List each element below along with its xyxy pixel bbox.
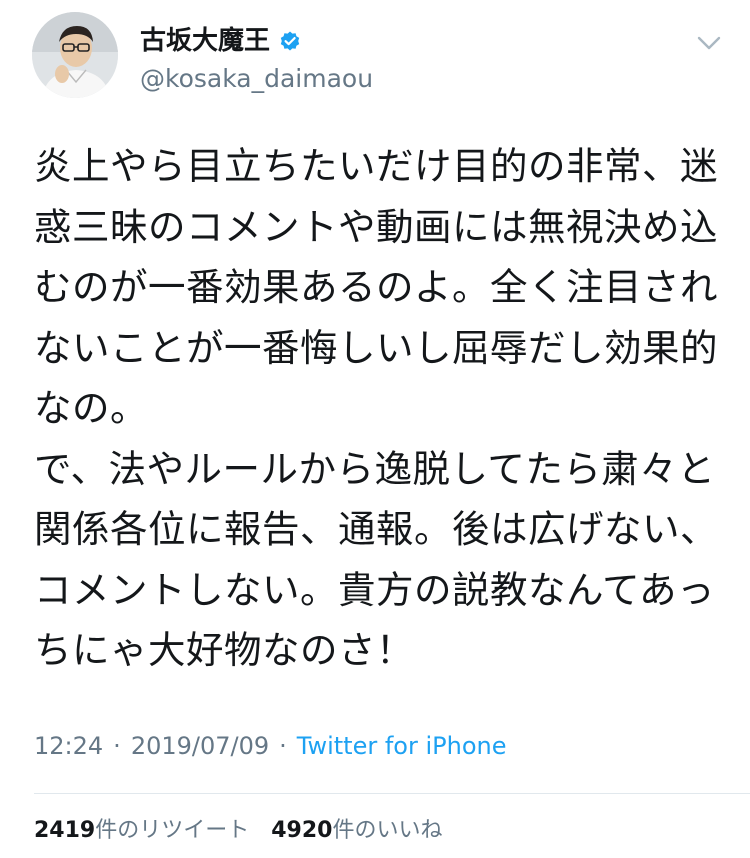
meta-separator: · bbox=[113, 732, 121, 760]
tweet-header: 古坂大魔王 @kosaka_daimaou bbox=[32, 12, 732, 102]
likes-label: 件のいいね bbox=[332, 818, 443, 843]
retweets-count: 2419 bbox=[34, 818, 96, 843]
divider bbox=[34, 793, 750, 794]
tweet-meta: 12:24 · 2019/07/09 · Twitter for iPhone bbox=[34, 728, 507, 764]
tweet-stats: 2419件のリツイート 4920件のいいね bbox=[34, 814, 443, 848]
avatar-image bbox=[32, 12, 118, 98]
chevron-down-icon[interactable] bbox=[694, 28, 724, 58]
tweet-date[interactable]: 2019/07/09 bbox=[131, 728, 269, 764]
avatar[interactable] bbox=[32, 12, 118, 98]
tweet-time: 12:24 bbox=[34, 732, 104, 760]
display-name[interactable]: 古坂大魔王 bbox=[140, 26, 270, 56]
handle[interactable]: @kosaka_daimaou bbox=[140, 64, 373, 94]
tweet-text: 炎上やら目立ちたいだけ目的の非常、迷惑三昧のコメントや動画には無視決め込むのが一… bbox=[34, 144, 718, 672]
likes-stat[interactable]: 4920件のいいね bbox=[271, 814, 442, 848]
likes-count: 4920 bbox=[271, 818, 333, 843]
meta-separator: · bbox=[279, 732, 287, 760]
retweets-label: 件のリツイート bbox=[95, 818, 250, 843]
source-link[interactable]: Twitter for iPhone bbox=[297, 728, 507, 764]
name-row: 古坂大魔王 bbox=[140, 26, 302, 56]
verified-badge-icon bbox=[278, 29, 302, 53]
retweets-stat[interactable]: 2419件のリツイート bbox=[34, 814, 249, 848]
